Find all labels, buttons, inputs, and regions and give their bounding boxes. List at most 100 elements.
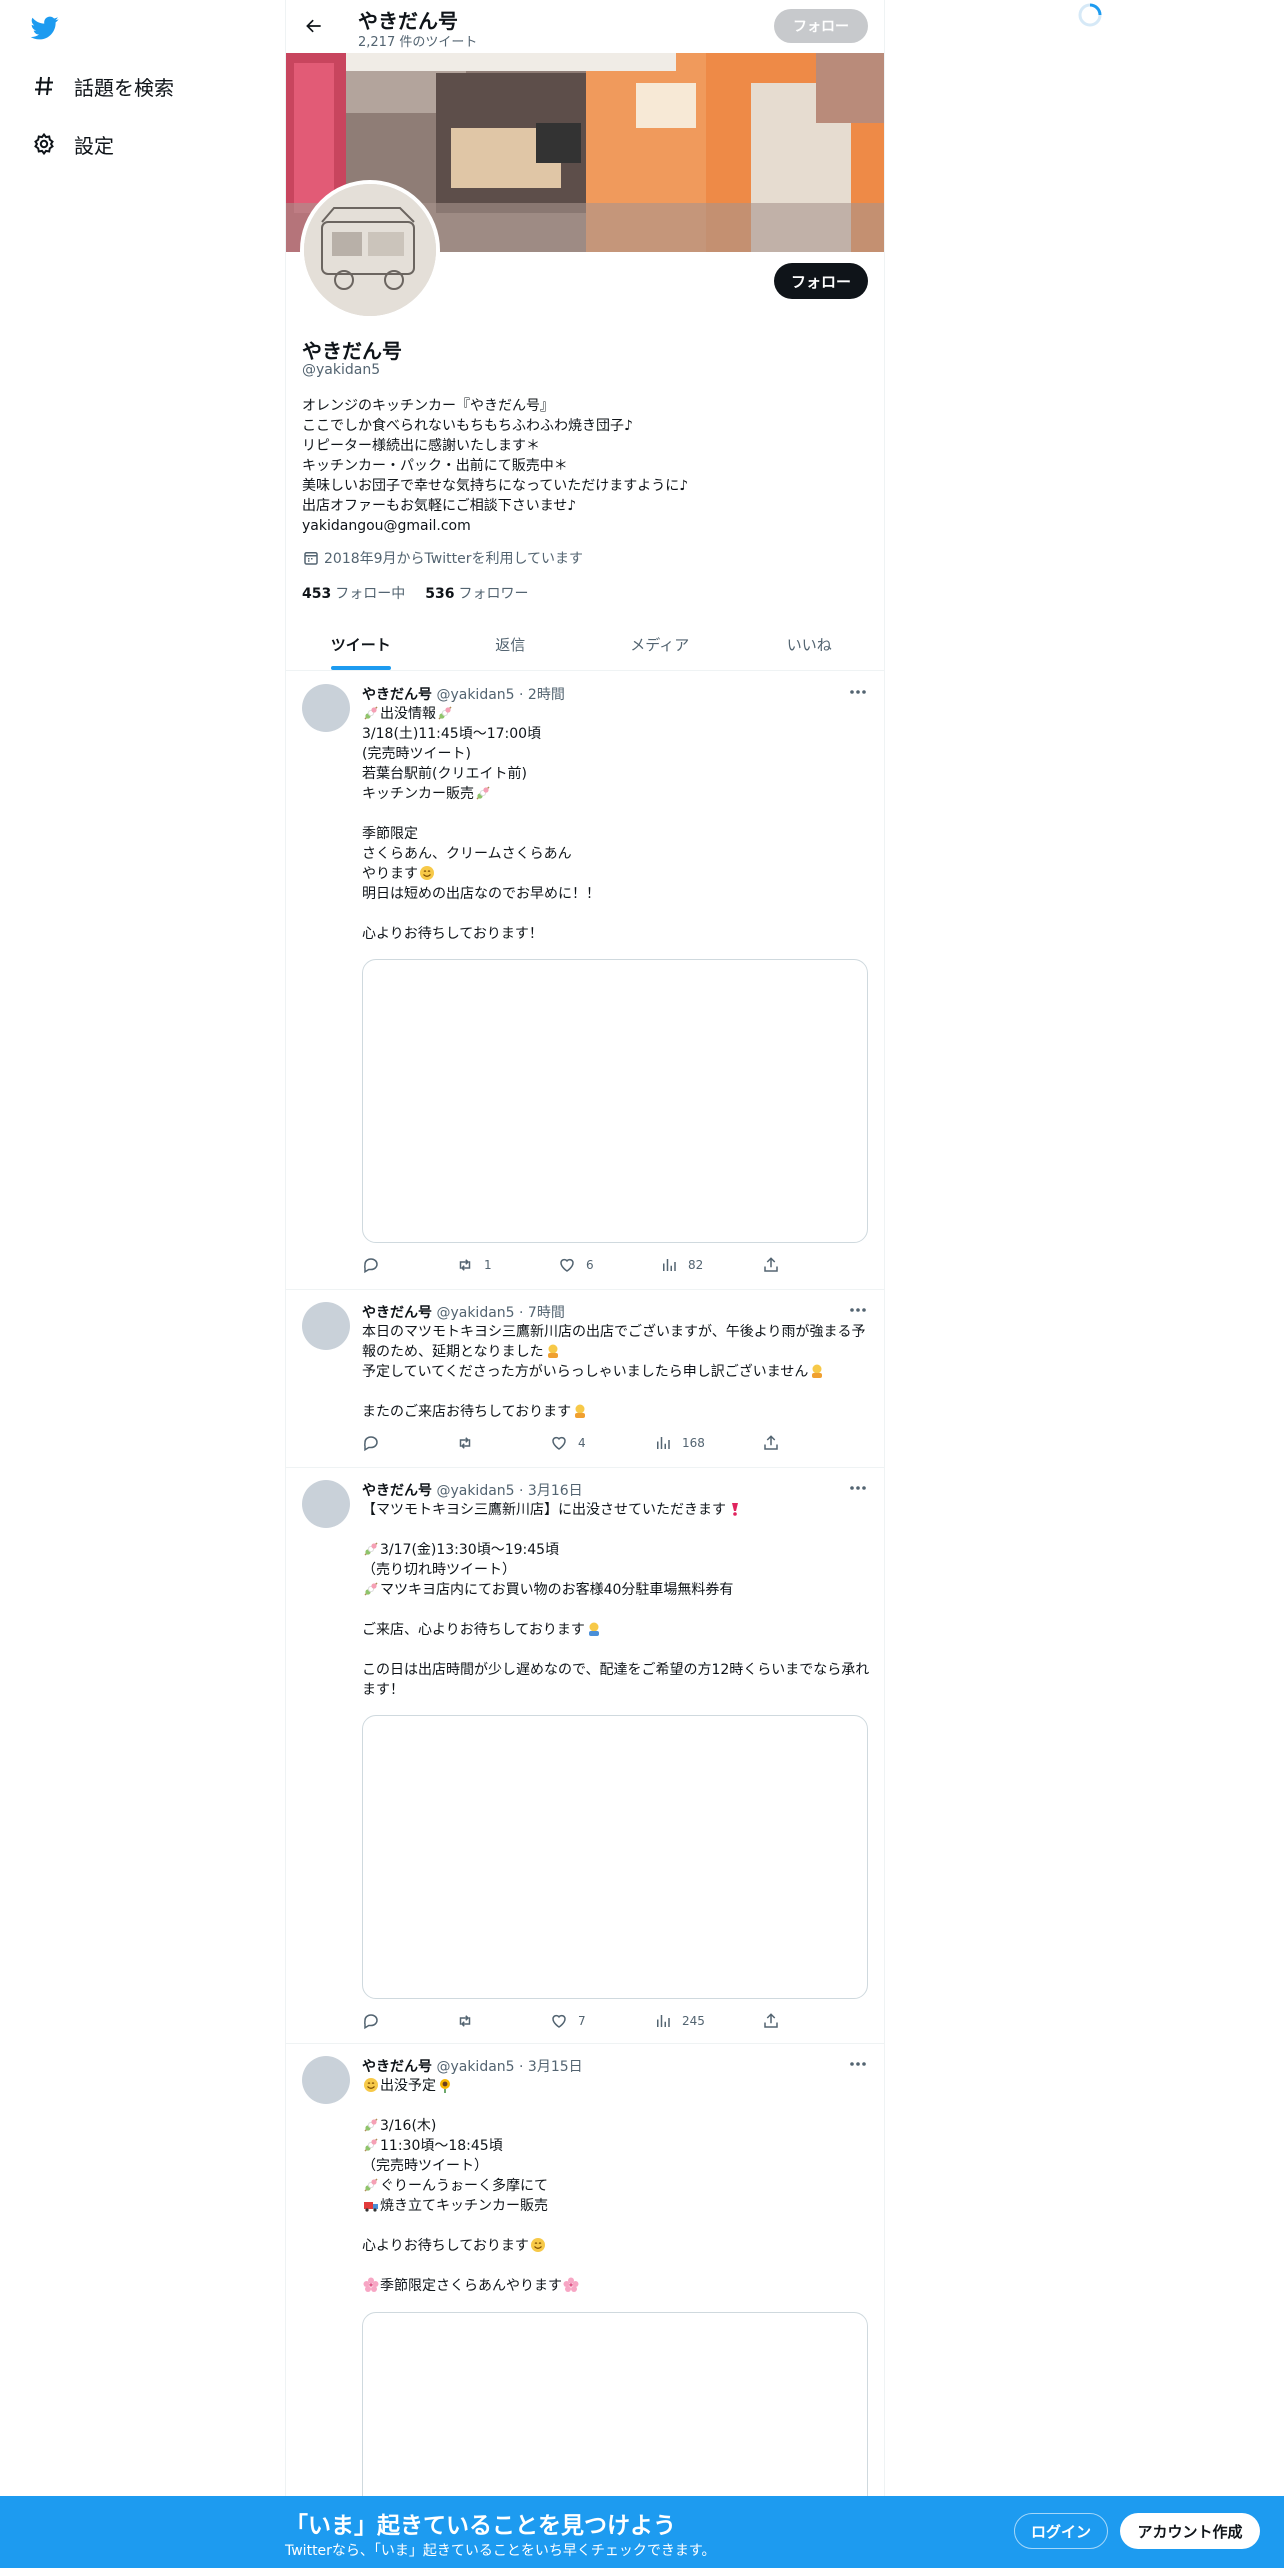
share-button[interactable] (762, 1434, 780, 1452)
dango-emoji-icon (363, 2117, 379, 2133)
tweet-avatar[interactable] (302, 1302, 350, 1350)
tweet[interactable]: やきだん号 @yakidan5 · 3月15日 出没予定 3/16(木) 11:… (286, 2044, 884, 2568)
tweet-line (362, 2256, 872, 2276)
tweet[interactable]: やきだん号 @yakidan5 · 3月16日 【マツモトキヨシ三鷹新川店】に出… (286, 1468, 884, 2044)
tweet-avatar[interactable] (302, 684, 350, 732)
smile-emoji-icon (530, 2237, 546, 2253)
dango-emoji-icon (363, 1581, 379, 1597)
more-options-icon[interactable] (846, 1478, 870, 1498)
retweet-button[interactable] (456, 1434, 474, 1452)
tweet-author-name[interactable]: やきだん号 (362, 687, 432, 703)
views-button[interactable]: 168 (654, 1434, 705, 1452)
retweet-button[interactable] (456, 2012, 474, 2030)
tweet-line: (完売時ツイート) (362, 746, 471, 762)
follow-button[interactable]: フォロー (774, 263, 868, 299)
bio-line: キッチンカー・パック・出前にて販売中＊ (302, 458, 568, 474)
tweet-line (362, 2096, 872, 2116)
views-button[interactable]: 82 (660, 1256, 703, 1274)
tweet-line: 明日は短めの出店なのでお早めに！！ (362, 886, 600, 902)
retweet-icon (459, 2015, 471, 2027)
view-count: 82 (688, 1258, 704, 1272)
like-button[interactable]: 6 (558, 1256, 594, 1274)
tweet-line: またのご来店お待ちしております (362, 1404, 572, 1420)
tweet-media[interactable] (362, 959, 868, 1243)
like-button[interactable]: 4 (550, 1434, 586, 1452)
tweet-line: この日は出店時間が少し遅めなので、配達をご希望の方12時くらいまでなら承れます！ (362, 1662, 870, 1698)
tweet-author-name[interactable]: やきだん号 (362, 1483, 432, 1499)
bio-email[interactable]: yakidangou@gmail.com (302, 516, 872, 536)
more-options-icon[interactable] (846, 1300, 870, 1320)
profile-avatar[interactable] (300, 180, 440, 320)
retweet-button[interactable]: 1 (456, 1256, 492, 1274)
reply-button[interactable] (362, 1256, 380, 1274)
back-arrow-icon[interactable] (296, 8, 332, 44)
tweet-meta: @yakidan5 · 3月15日 (436, 2059, 583, 2075)
tweet-line: 出没予定 (380, 2078, 436, 2094)
more-options-icon[interactable] (846, 2054, 870, 2074)
truck-emoji-icon (363, 2197, 379, 2213)
tab-replies[interactable]: 返信 (436, 618, 586, 670)
reply-icon (364, 2014, 378, 2030)
calendar-icon (302, 549, 320, 567)
tab-tweets[interactable]: ツイート (286, 618, 436, 670)
dango-emoji-icon (363, 2177, 379, 2193)
reply-icon (364, 1436, 378, 1452)
header-follow-button[interactable]: フォロー (774, 9, 868, 43)
nav-settings[interactable]: 設定 (30, 124, 114, 164)
dango-emoji-icon (437, 705, 453, 721)
tweet-line: キッチンカー販売 (362, 786, 474, 802)
tweet-text: 出没情報 3/18(土)11:45頃〜17:00頃 (完売時ツイート) 若葉台駅… (362, 704, 872, 944)
tweet-author-name[interactable]: やきだん号 (362, 1305, 432, 1321)
following-count: 453 (302, 586, 332, 602)
tweet[interactable]: やきだん号 @yakidan5 · 7時間 本日のマツモトキヨシ三鷹新川店の出店… (286, 1290, 884, 1468)
heart-icon (560, 1258, 574, 1272)
tweet-count: 2,217 件のツイート (358, 35, 478, 50)
left-nav: 話題を検索 設定 (0, 0, 285, 2568)
bio-line: オレンジのキッチンカー『やきだん号』 (302, 398, 554, 414)
dango-emoji-icon (363, 2137, 379, 2153)
bowing-emoji-icon (545, 1343, 561, 1359)
tweet-line: ご来店、心よりお待ちしております (362, 1622, 585, 1638)
reply-button[interactable] (362, 2012, 380, 2030)
tweet-author-name[interactable]: やきだん号 (362, 2059, 432, 2075)
tab-likes[interactable]: いいね (735, 618, 885, 670)
tweet-line: 3/16(木) (380, 2118, 437, 2134)
tab-media[interactable]: メディア (585, 618, 735, 670)
share-button[interactable] (762, 1256, 780, 1274)
tweet-line: 若葉台駅前(クリエイト前) (362, 766, 527, 782)
more-options-icon[interactable] (846, 682, 870, 702)
views-button[interactable]: 245 (654, 2012, 705, 2030)
following-link[interactable]: 453 フォロー中 (302, 583, 405, 603)
heart-icon (552, 1436, 566, 1450)
follow-stats: 453 フォロー中 536 フォロワー (302, 583, 548, 603)
tweet-line: 11:30頃〜18:45頃 (380, 2138, 503, 2154)
create-account-button[interactable]: アカウント作成 (1120, 2513, 1260, 2549)
tweet-avatar[interactable] (302, 1480, 350, 1528)
views-chart-icon (657, 1437, 670, 1449)
share-button[interactable] (762, 2012, 780, 2030)
share-icon (764, 1257, 778, 1272)
login-button[interactable]: ログイン (1014, 2513, 1108, 2549)
active-tab-indicator (330, 666, 391, 670)
dango-emoji-icon (475, 785, 491, 801)
tweet-avatar[interactable] (302, 2056, 350, 2104)
bio-line: ここでしか食べられないもちもちふわふわ焼き団子♪ (302, 418, 633, 434)
tweet-header: やきだん号 @yakidan5 · 7時間 (362, 1302, 565, 1322)
profile-header-bar: やきだん号 2,217 件のツイート フォロー (286, 0, 884, 53)
followers-link[interactable]: 536 フォロワー (425, 583, 528, 603)
retweet-icon (459, 1259, 471, 1271)
nav-explore[interactable]: 話題を検索 (30, 66, 174, 106)
reply-button[interactable] (362, 1434, 380, 1452)
view-count: 168 (682, 1436, 705, 1450)
tweet-media[interactable] (362, 1715, 868, 1999)
sunflower-emoji-icon (437, 2077, 453, 2093)
like-button[interactable]: 7 (550, 2012, 586, 2030)
bio-line: リピーター様続出に感謝いたします＊ (302, 438, 540, 454)
cherry-blossom-emoji-icon (363, 2277, 379, 2293)
tweet-line (362, 1382, 872, 1402)
twitter-logo-icon[interactable] (29, 14, 61, 42)
tweet-line: 心よりお待ちしております！ (362, 926, 543, 942)
tweet[interactable]: やきだん号 @yakidan5 · 2時間 出没情報 3/18(土)11:45頃… (286, 672, 884, 1290)
smile-emoji-icon (363, 2077, 379, 2093)
tweet-meta: @yakidan5 · 3月16日 (436, 1483, 583, 1499)
